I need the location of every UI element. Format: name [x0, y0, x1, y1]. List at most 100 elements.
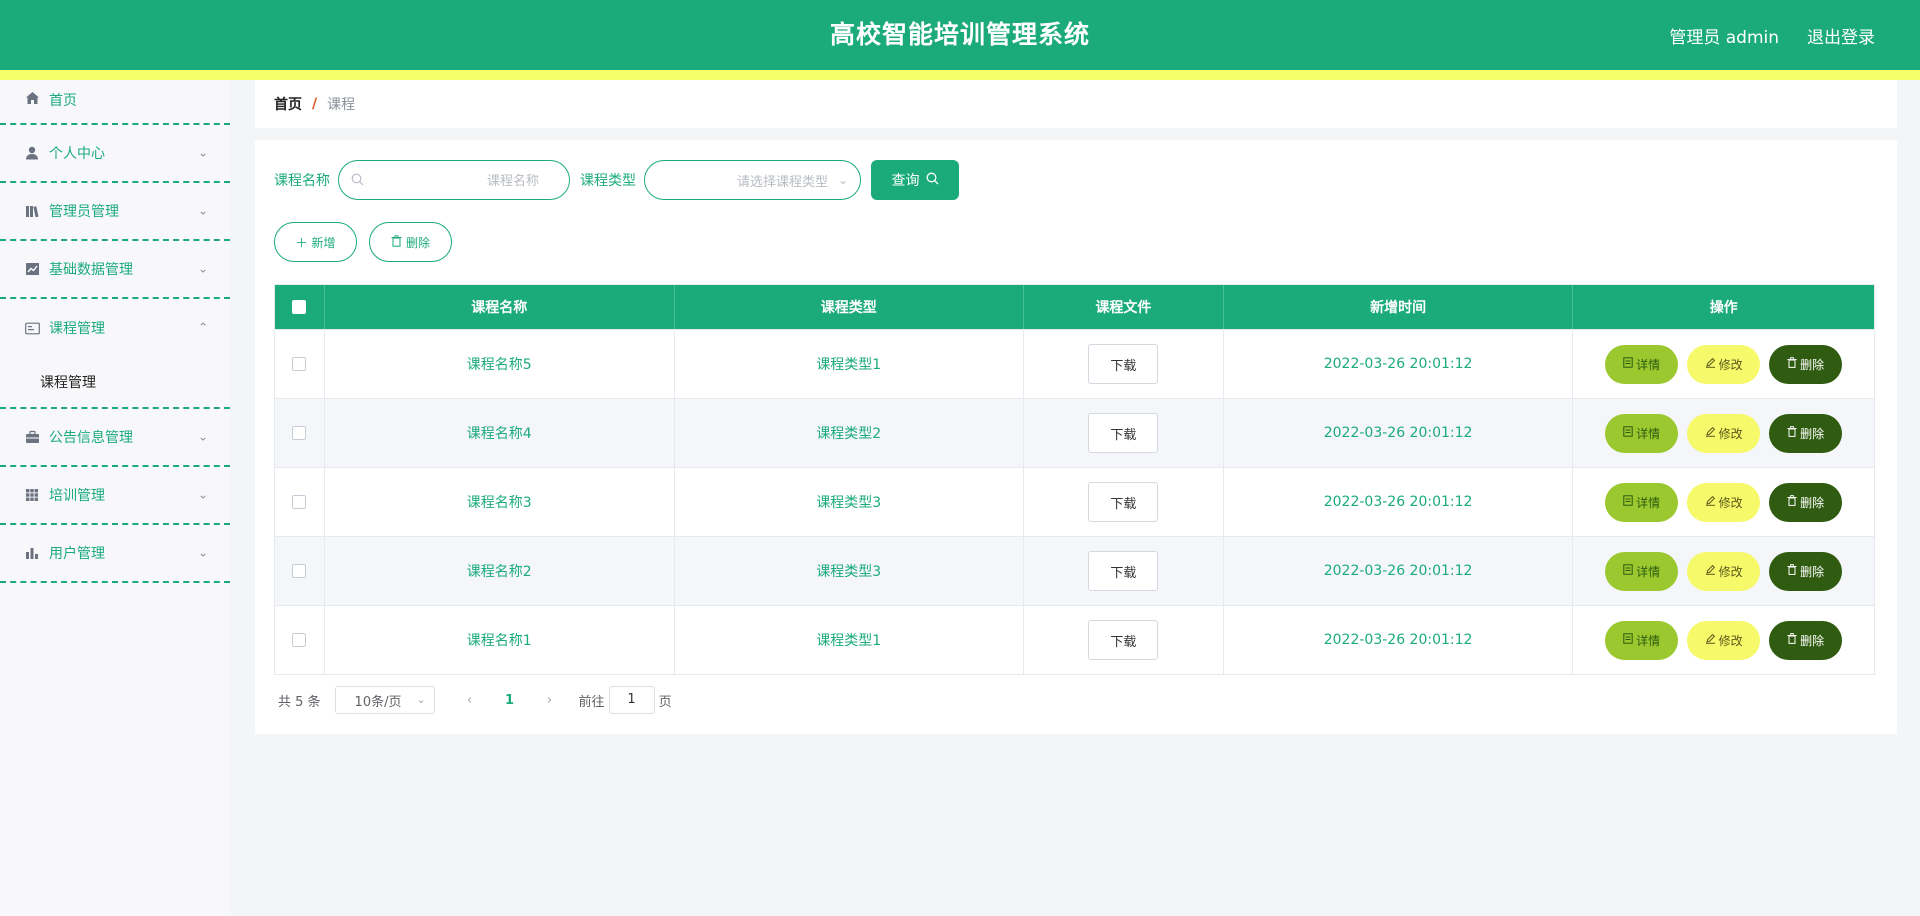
course-name-cell: 课程名称1 [325, 606, 675, 674]
document-icon [1623, 633, 1633, 647]
pencil-icon [1705, 633, 1716, 647]
sidebar-item-personal-center[interactable]: 个人中心 ⌄ [0, 125, 230, 183]
course-type-placeholder: 请选择课程类型 [736, 174, 828, 190]
table-body: 课程名称5 课程类型1 下载 2022-03-26 20:01:12 详情 修改 删除 课程名… [275, 329, 1874, 674]
row-checkbox[interactable] [292, 357, 307, 371]
select-all-checkbox[interactable] [292, 300, 307, 314]
table-row: 课程名称1 课程类型1 下载 2022-03-26 20:01:12 详情 修改 删除 [275, 605, 1874, 674]
prev-page-button[interactable]: ‹ [455, 693, 485, 708]
download-button[interactable]: 下载 [1088, 551, 1159, 591]
course-name-input[interactable] [339, 161, 569, 199]
row-select-cell [275, 468, 325, 536]
grid-icon [24, 487, 40, 503]
download-button[interactable]: 下载 [1088, 344, 1159, 384]
library-icon [24, 203, 40, 219]
pencil-icon [1705, 495, 1716, 509]
sidebar-item-label: 公告信息管理 [49, 430, 133, 446]
table-row: 课程名称3 课程类型3 下载 2022-03-26 20:01:12 详情 修改 删除 [275, 467, 1874, 536]
detail-button[interactable]: 详情 [1605, 551, 1679, 591]
course-type-cell: 课程类型1 [675, 606, 1025, 674]
next-page-button[interactable]: › [535, 693, 565, 708]
course-type-label: 课程类型 [580, 173, 636, 189]
sidebar-item-label: 基础数据管理 [49, 262, 133, 278]
download-button[interactable]: 下载 [1088, 620, 1159, 660]
download-button[interactable]: 下载 [1088, 482, 1159, 522]
edit-button[interactable]: 修改 [1687, 482, 1761, 522]
detail-label: 详情 [1636, 564, 1661, 579]
row-checkbox[interactable] [292, 495, 307, 509]
table-row: 课程名称2 课程类型3 下载 2022-03-26 20:01:12 详情 修改 删除 [275, 536, 1874, 605]
course-name-cell: 课程名称4 [325, 399, 675, 467]
sidebar-item-label: 个人中心 [49, 146, 105, 162]
goto-page-input[interactable]: 1 [608, 686, 655, 714]
batch-delete-button[interactable]: 删除 [369, 222, 452, 262]
detail-button[interactable]: 详情 [1605, 620, 1679, 660]
edit-button[interactable]: 修改 [1687, 413, 1761, 453]
pencil-icon [1705, 357, 1716, 371]
detail-button[interactable]: 详情 [1605, 482, 1679, 522]
trash-icon [391, 234, 402, 250]
trash-icon [1787, 357, 1797, 371]
chevron-down-icon: ⌄ [197, 145, 208, 160]
created-time-cell: 2022-03-26 20:01:12 [1224, 468, 1574, 536]
course-type-cell: 课程类型3 [675, 537, 1025, 605]
edit-button[interactable]: 修改 [1687, 551, 1761, 591]
delete-button[interactable]: 删除 [1769, 620, 1843, 660]
goto-page: 前往 1 页 [579, 686, 672, 714]
delete-button[interactable]: 删除 [1769, 344, 1843, 384]
bar-chart-icon [24, 545, 40, 561]
breadcrumb-home-link[interactable]: 首页 [274, 94, 302, 114]
chevron-down-icon: ⌄ [197, 545, 208, 560]
add-button[interactable]: ＋ 新增 [274, 222, 357, 262]
sidebar-item-course-management[interactable]: 课程管理 ⌃ [0, 299, 230, 357]
pencil-icon [1705, 426, 1716, 440]
sidebar: 首页 个人中心 ⌄ 管理员管理 ⌄ 基础数据管理 ⌄ 课程管理 ⌃ 课程管理 公… [0, 80, 230, 916]
row-checkbox[interactable] [292, 564, 307, 578]
edit-label: 修改 [1718, 564, 1743, 579]
sidebar-item-basic-data[interactable]: 基础数据管理 ⌄ [0, 241, 230, 299]
page-size-select[interactable]: 10条/页 ⌄ [334, 686, 435, 714]
current-user-label: 管理员 admin [1669, 27, 1779, 48]
row-actions-cell: 详情 修改 删除 [1573, 468, 1874, 536]
created-time-cell: 2022-03-26 20:01:12 [1224, 537, 1574, 605]
row-checkbox[interactable] [292, 633, 307, 647]
sidebar-item-announcement[interactable]: 公告信息管理 ⌄ [0, 409, 230, 467]
sidebar-item-user-management[interactable]: 用户管理 ⌄ [0, 525, 230, 583]
pagination: 共 5 条 10条/页 ⌄ ‹ 1 › 前往 1 页 [278, 686, 672, 714]
download-button[interactable]: 下载 [1088, 413, 1159, 453]
logout-link[interactable]: 退出登录 [1807, 23, 1875, 48]
edit-button[interactable]: 修改 [1687, 344, 1761, 384]
app-title: 高校智能培训管理系统 [829, 20, 1090, 49]
briefcase-icon [24, 429, 40, 445]
course-name-cell: 课程名称2 [325, 537, 675, 605]
sidebar-subitem-course-management[interactable]: 课程管理 [0, 357, 230, 407]
delete-button[interactable]: 删除 [1769, 551, 1843, 591]
course-type-select[interactable]: 请选择课程类型 ⌄ [644, 160, 861, 200]
pagination-total: 共 5 条 [278, 694, 321, 710]
edit-label: 修改 [1718, 495, 1743, 510]
detail-button[interactable]: 详情 [1605, 344, 1679, 384]
detail-label: 详情 [1636, 426, 1661, 441]
goto-suffix: 页 [658, 694, 672, 710]
edit-button[interactable]: 修改 [1687, 620, 1761, 660]
select-all-cell [275, 285, 325, 329]
goto-prefix: 前往 [578, 694, 605, 710]
page-number-current[interactable]: 1 [495, 693, 525, 708]
query-button[interactable]: 查询 [871, 160, 959, 200]
trash-icon [1787, 495, 1797, 509]
row-checkbox[interactable] [292, 426, 307, 440]
delete-label: 删除 [1800, 426, 1825, 441]
sidebar-item-label: 管理员管理 [49, 204, 119, 220]
course-type-cell: 课程类型1 [675, 330, 1025, 398]
detail-button[interactable]: 详情 [1605, 413, 1679, 453]
delete-button[interactable]: 删除 [1769, 413, 1843, 453]
edit-label: 修改 [1718, 426, 1743, 441]
sidebar-item-home[interactable]: 首页 [0, 80, 230, 125]
delete-button[interactable]: 删除 [1769, 482, 1843, 522]
table-header: 课程名称 课程类型 课程文件 新增时间 操作 [275, 285, 1874, 329]
created-time-cell: 2022-03-26 20:01:12 [1224, 606, 1574, 674]
search-form: 课程名称 课程类型 请选择课程类型 ⌄ 查询 [274, 160, 959, 200]
sidebar-item-admin-management[interactable]: 管理员管理 ⌄ [0, 183, 230, 241]
sidebar-item-training[interactable]: 培训管理 ⌄ [0, 467, 230, 525]
column-header: 课程文件 [1024, 285, 1224, 329]
